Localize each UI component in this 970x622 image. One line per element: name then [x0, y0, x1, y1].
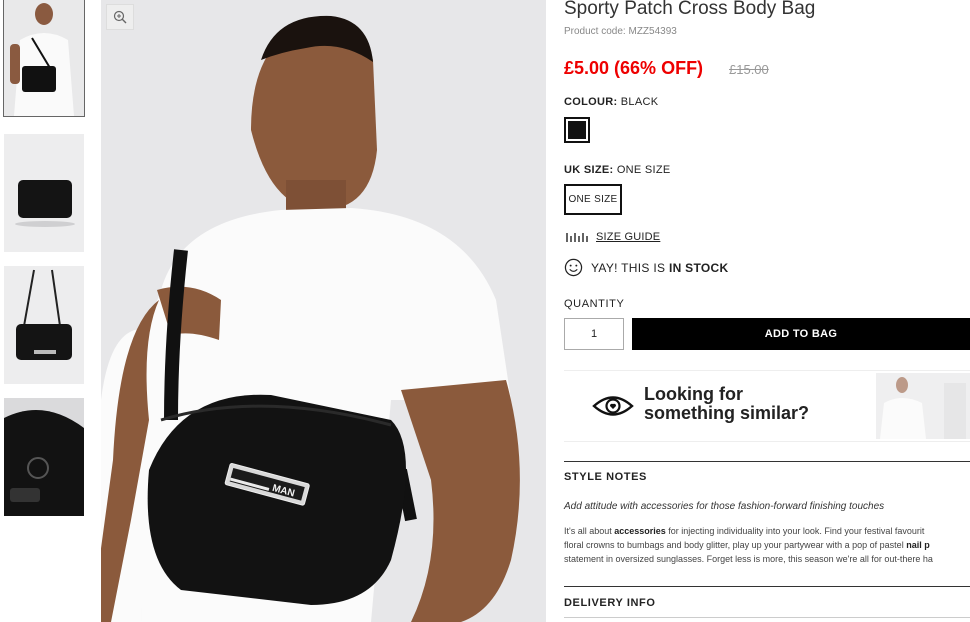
style-text-part: statement in oversized sunglasses. Forge… [564, 554, 933, 564]
thumbnail-image [4, 266, 84, 384]
find-similar-banner[interactable]: Looking for something similar? [564, 370, 970, 442]
zoom-icon [113, 10, 127, 24]
size-label-row: UK SIZE: ONE SIZE [564, 164, 671, 176]
thumbnail-bag-detail[interactable] [4, 398, 84, 516]
ruler-icon [566, 233, 588, 242]
style-text-part: for injecting individuality into your lo… [665, 526, 925, 536]
stock-status: YAY! THIS IS IN STOCK [564, 258, 728, 277]
smiley-icon [564, 258, 583, 277]
colour-value: BLACK [620, 96, 659, 108]
size-guide-link[interactable]: SIZE GUIDE [566, 231, 660, 243]
eye-icon [592, 396, 634, 416]
colour-label-row: COLOUR: BLACK [564, 96, 658, 108]
style-notes-text: It's all about accessories for injecting… [564, 524, 970, 566]
thumbnail-bag-strap[interactable] [4, 266, 84, 384]
product-code: Product code: MZZ54393 [564, 26, 677, 37]
stock-prefix: YAY! THIS IS [591, 260, 666, 275]
divider [564, 617, 970, 618]
style-text-part: It's all about [564, 526, 615, 536]
style-notes-heading[interactable]: STYLE NOTES [564, 471, 647, 483]
delivery-info-heading[interactable]: DELIVERY INFO [564, 597, 656, 609]
similar-thumbnail-image [880, 377, 966, 439]
thumbnail-image [4, 0, 84, 116]
product-photo: MAN [101, 0, 546, 622]
quantity-input[interactable]: 1 [564, 318, 624, 350]
size-option-one-size[interactable]: ONE SIZE [564, 184, 622, 215]
thumbnail-image [4, 134, 84, 252]
accessories-link[interactable]: accessories [614, 526, 666, 536]
main-product-image[interactable]: MAN [101, 0, 546, 622]
style-text-part: floral crowns to bumbags and body glitte… [564, 540, 907, 550]
nail-link[interactable]: nail p [906, 540, 930, 550]
size-label: UK SIZE: [564, 164, 614, 176]
quantity-label: QUANTITY [564, 298, 625, 310]
style-notes-tagline: Add attitude with accessories for those … [564, 501, 885, 512]
find-similar-text: Looking for something similar? [644, 385, 809, 423]
sale-price: £5.00 (66% OFF) [564, 58, 704, 78]
original-price: £15.00 [729, 62, 769, 77]
find-similar-line2: something similar? [644, 403, 810, 423]
add-to-bag-button[interactable]: ADD TO BAG [632, 318, 970, 350]
product-title: Sporty Patch Cross Body Bag [564, 0, 816, 19]
colour-swatch-black[interactable] [564, 117, 590, 143]
thumbnail-model-front[interactable] [3, 0, 85, 117]
size-guide-label: SIZE GUIDE [596, 231, 661, 243]
thumbnail-image [4, 398, 84, 516]
stock-status-value: IN STOCK [668, 260, 729, 275]
divider [564, 461, 970, 462]
size-value: ONE SIZE [616, 164, 671, 176]
colour-label: COLOUR: [564, 96, 618, 108]
divider [564, 586, 970, 587]
thumbnail-bag-front[interactable] [4, 134, 84, 252]
zoom-button[interactable] [106, 4, 134, 30]
find-similar-line1: Looking for [644, 384, 743, 404]
similar-thumbnail [876, 373, 970, 439]
